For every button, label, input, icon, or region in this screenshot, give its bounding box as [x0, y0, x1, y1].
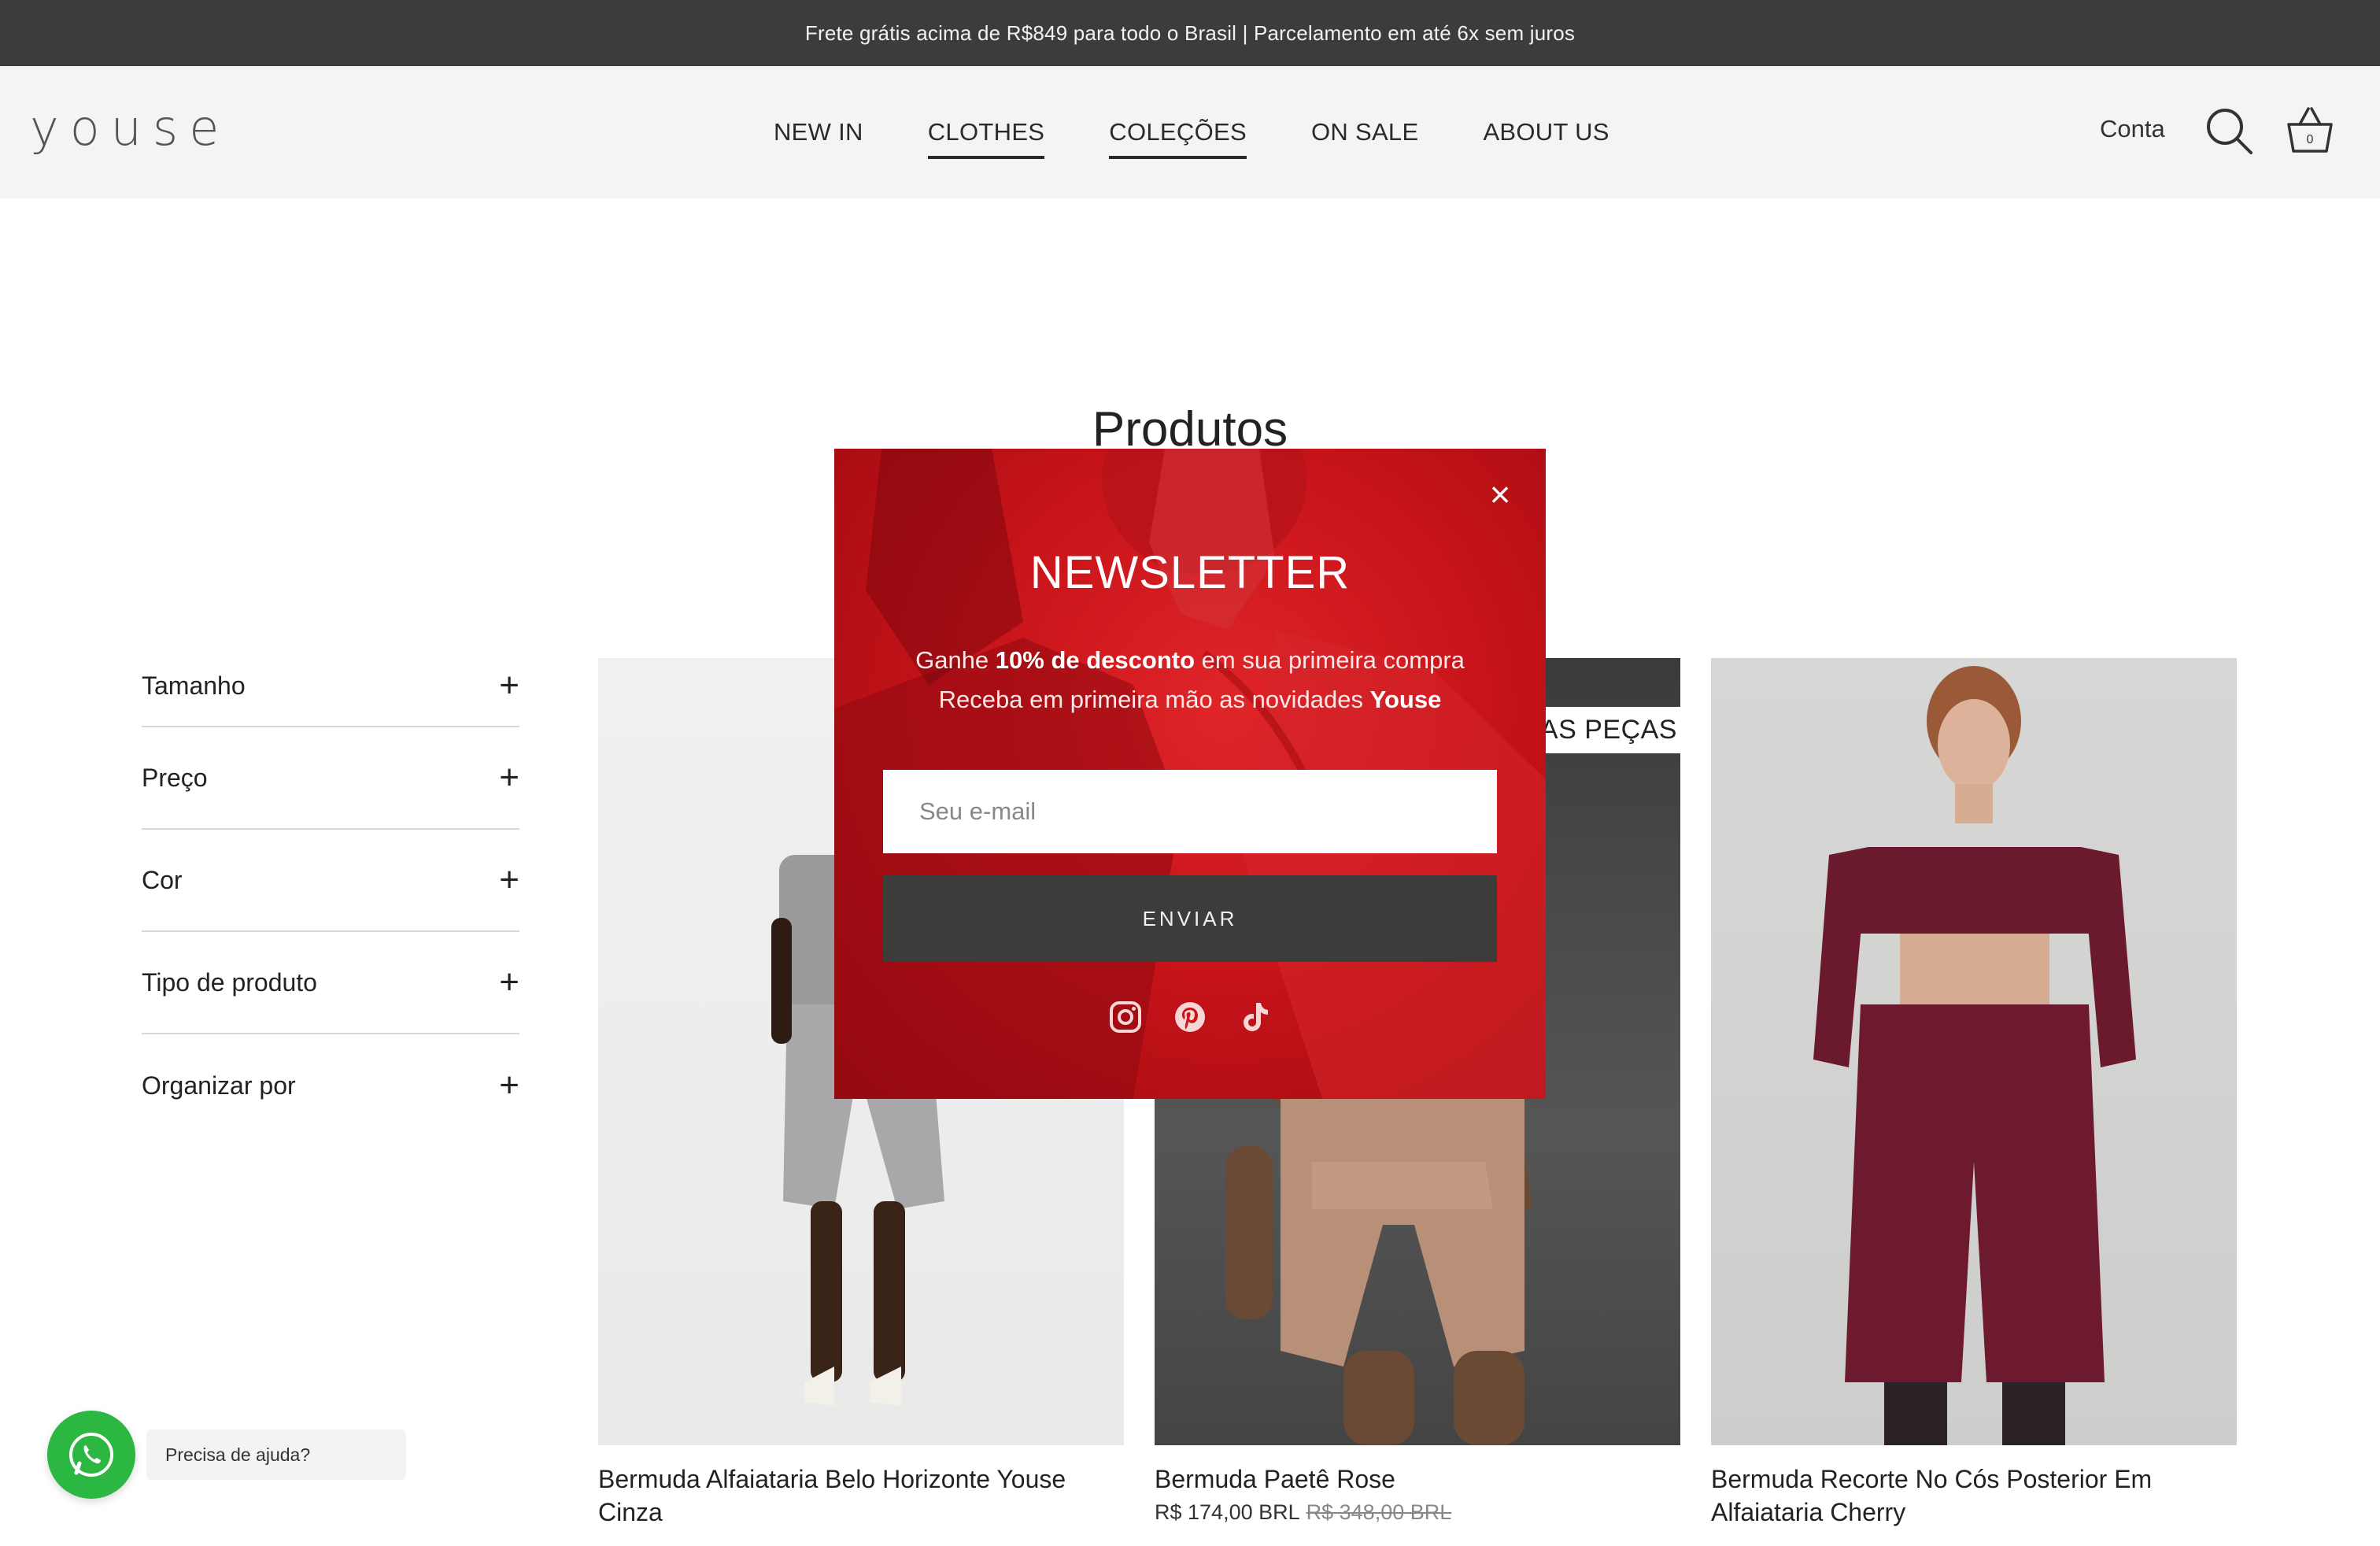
submit-button[interactable]: ENVIAR	[883, 875, 1497, 962]
filter-tipo-de-produto[interactable]: Tipo de produto +	[142, 932, 519, 1034]
nav-colecoes[interactable]: COLEÇÕES	[1109, 110, 1247, 159]
plus-icon: +	[499, 666, 519, 705]
close-modal-button[interactable]: ×	[1481, 475, 1519, 513]
product-card[interactable]: Bermuda Recorte No Cós Posterior Em Alfa…	[1711, 658, 2237, 1529]
nav-about-us[interactable]: ABOUT US	[1483, 110, 1609, 154]
cart-button[interactable]: 0	[2282, 102, 2338, 157]
announcement-bar: Frete grátis acima de R$849 para todo o …	[0, 0, 2380, 66]
announcement-text: Frete grátis acima de R$849 para todo o …	[804, 20, 1576, 45]
help-label[interactable]: Precisa de ajuda?	[146, 1429, 406, 1480]
compare-price: R$ 348,00 BRL	[1306, 1500, 1452, 1524]
filter-label: Cor	[142, 865, 183, 894]
site-logo[interactable]: youse	[30, 99, 230, 157]
nav-on-sale[interactable]: ON SALE	[1311, 110, 1418, 154]
main-nav: NEW IN CLOTHES COLEÇÕES ON SALE ABOUT US	[774, 66, 1609, 198]
search-icon[interactable]	[2204, 105, 2254, 156]
whatsapp-button[interactable]	[47, 1411, 135, 1499]
email-input[interactable]	[883, 770, 1497, 853]
plus-icon: +	[499, 758, 519, 797]
text-part: em sua primeira compra	[1195, 646, 1465, 674]
cart-count: 0	[2307, 133, 2314, 146]
text-part: Receba em primeira mão as novidades	[938, 686, 1370, 713]
instagram-icon[interactable]	[1108, 1000, 1143, 1034]
site-header: youse NEW IN CLOTHES COLEÇÕES ON SALE AB…	[0, 66, 2380, 198]
cart-icon: 0	[2287, 107, 2333, 153]
product-name[interactable]: Bermuda Alfaiataria Belo Horizonte Youse…	[598, 1463, 1124, 1529]
newsletter-description: Ganhe 10% de desconto em sua primeira co…	[834, 641, 1546, 719]
nav-clothes[interactable]: CLOTHES	[927, 110, 1045, 159]
plus-icon: +	[499, 1066, 519, 1104]
filter-label: Tipo de produto	[142, 967, 317, 997]
newsletter-line-2: Receba em primeira mão as novidades Yous…	[834, 680, 1546, 719]
filters-sidebar: Tamanho + Preço + Cor + Tipo de produto + Or…	[142, 645, 519, 1137]
product-photo-cherry-set	[1813, 666, 2136, 1445]
product-price: R$ 174,00 BRL R$ 348,00 BRL	[1155, 1500, 1680, 1525]
product-image[interactable]	[1711, 658, 2237, 1445]
filter-label: Preço	[142, 763, 208, 792]
product-name[interactable]: Bermuda Recorte No Cós Posterior Em Alfa…	[1711, 1463, 2237, 1529]
brand-highlight: Youse	[1369, 686, 1442, 713]
newsletter-line-1: Ganhe 10% de desconto em sua primeira co…	[834, 641, 1546, 680]
close-icon: ×	[1489, 474, 1511, 515]
nav-new-in[interactable]: NEW IN	[774, 110, 863, 154]
sale-price: R$ 174,00 BRL	[1155, 1500, 1300, 1524]
social-links	[834, 1000, 1546, 1034]
product-name[interactable]: Bermuda Paetê Rose	[1155, 1463, 1680, 1496]
product-ribbon: AS PEÇAS	[1530, 707, 1680, 753]
account-link[interactable]: Conta	[2100, 115, 2165, 143]
discount-highlight: 10% de desconto	[995, 646, 1196, 674]
newsletter-modal: × NEWSLETTER Ganhe 10% de desconto em su…	[834, 449, 1546, 1099]
plus-icon: +	[499, 963, 519, 1001]
tiktok-icon[interactable]	[1237, 1000, 1272, 1034]
whatsapp-icon	[69, 1432, 113, 1478]
filter-preco[interactable]: Preço +	[142, 727, 519, 830]
filter-label: Organizar por	[142, 1071, 296, 1100]
newsletter-title: NEWSLETTER	[1029, 547, 1351, 598]
filter-organizar-por[interactable]: Organizar por +	[142, 1034, 519, 1137]
filter-tamanho[interactable]: Tamanho +	[142, 645, 519, 727]
filter-label: Tamanho	[142, 671, 246, 700]
filter-cor[interactable]: Cor +	[142, 830, 519, 932]
plus-icon: +	[499, 860, 519, 899]
pinterest-icon[interactable]	[1173, 1000, 1207, 1034]
text-part: Ganhe	[915, 646, 996, 674]
